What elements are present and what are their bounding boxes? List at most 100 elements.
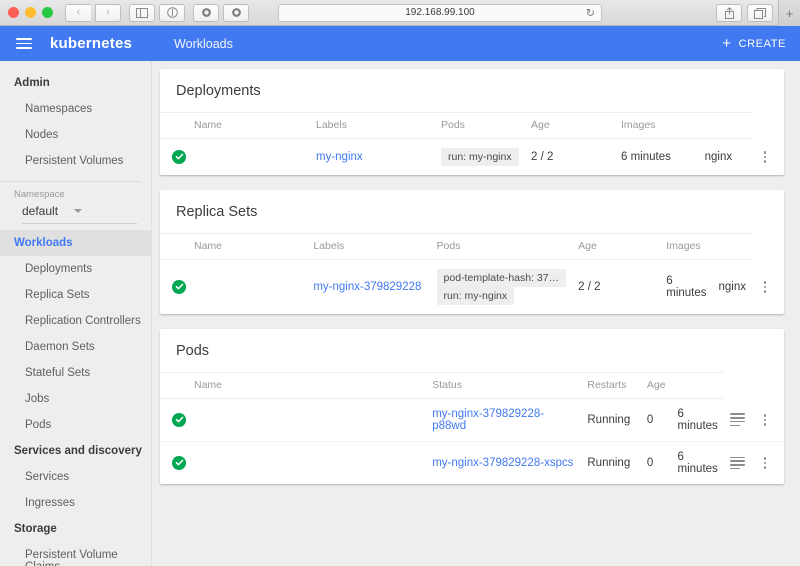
pod-name-link[interactable]: my-nginx-379829228-p88wd (432, 408, 544, 432)
deployment-age-cell: 6 minutes (615, 139, 699, 176)
pod-name-cell: my-nginx-379829228-p88wd (426, 399, 581, 442)
deployment-pods-cell: 2 / 2 (525, 139, 615, 176)
sidebar-item-replication-controllers[interactable]: Replication Controllers (0, 308, 151, 334)
column-header-name[interactable]: Name (160, 113, 310, 139)
plus-icon: + (786, 6, 794, 21)
sidebar-item-namespaces[interactable]: Namespaces (0, 96, 151, 122)
table-row[interactable]: my-nginx-379829228-p88wd Running 0 6 min… (160, 399, 784, 442)
label-chip: run: my-nginx (441, 148, 519, 166)
pods-table: Name Status Restarts Age (160, 372, 784, 484)
pod-restarts-cell: 0 (641, 442, 672, 485)
sidebar-item-jobs[interactable]: Jobs (0, 386, 151, 412)
sidebar-item-pods[interactable]: Pods (0, 412, 151, 438)
label-chip: pod-template-hash: 37… (437, 269, 567, 287)
column-header-age[interactable]: Age (525, 113, 615, 139)
page-body: Admin Namespaces Nodes Persistent Volume… (0, 61, 800, 566)
address-bar[interactable]: 192.168.99.100 ↻ (278, 4, 602, 22)
column-header-images[interactable]: Images (615, 113, 699, 139)
column-header-name[interactable]: Name (160, 234, 307, 260)
label-chip: run: my-nginx (437, 287, 515, 305)
navigation-buttons: ‹ › (65, 4, 121, 22)
app-brand[interactable]: kubernetes (50, 35, 132, 52)
kebab-menu-icon[interactable] (758, 412, 772, 428)
browser-right-controls: + (716, 0, 800, 26)
chevron-right-icon: › (106, 7, 110, 18)
replica-set-name-link[interactable]: my-nginx-379829228 (313, 281, 421, 293)
sidebar-item-workloads[interactable]: Workloads (0, 230, 151, 256)
sidebar-item-deployments[interactable]: Deployments (0, 256, 151, 282)
sidebar-header-admin: Admin (0, 70, 151, 96)
deployment-name-link[interactable]: my-nginx (316, 151, 363, 163)
forward-button[interactable]: › (95, 4, 121, 22)
logs-icon[interactable] (730, 411, 745, 428)
sidebar-item-ingresses[interactable]: Ingresses (0, 490, 151, 516)
close-window-button[interactable] (8, 7, 19, 18)
reload-icon[interactable]: ↻ (586, 6, 595, 19)
column-header-images[interactable]: Images (660, 234, 712, 260)
table-header-row: Name Labels Pods Age Images (160, 234, 784, 260)
column-header-labels[interactable]: Labels (310, 113, 435, 139)
breadcrumb: Workloads (174, 37, 233, 51)
table-row[interactable]: my-nginx run: my-nginx 2 / 2 6 minutes n… (160, 139, 784, 176)
pod-name-cell: my-nginx-379829228-xspcs (426, 442, 581, 485)
hamburger-menu-icon[interactable] (16, 38, 32, 49)
status-badge (160, 260, 307, 315)
minimize-window-button[interactable] (25, 7, 36, 18)
pods-card-title: Pods (160, 329, 784, 372)
kebab-menu-icon[interactable] (758, 279, 772, 295)
column-header-age[interactable]: Age (641, 373, 672, 399)
column-header-pods[interactable]: Pods (435, 113, 525, 139)
extension-buttons (193, 4, 249, 22)
deployment-name-cell: my-nginx (310, 139, 435, 176)
show-tabs-button[interactable] (747, 4, 773, 22)
column-header-name[interactable]: Name (160, 373, 426, 399)
column-header-status[interactable]: Status (426, 373, 581, 399)
sidebar-header-storage: Storage (0, 516, 151, 542)
sidebar-item-services[interactable]: Services (0, 464, 151, 490)
column-header-actions (672, 373, 724, 399)
browser-toolbar: ‹ › (0, 0, 800, 26)
replica-sets-table: Name Labels Pods Age Images (160, 233, 784, 314)
column-header-actions (699, 113, 752, 139)
column-header-restarts[interactable]: Restarts (581, 373, 640, 399)
tabs-icon (754, 8, 766, 19)
kebab-menu-icon[interactable] (758, 455, 772, 471)
sidebar-item-daemon-sets[interactable]: Daemon Sets (0, 334, 151, 360)
sidebar-item-persistent-volumes[interactable]: Persistent Volumes (0, 148, 151, 174)
maximize-window-button[interactable] (42, 7, 53, 18)
back-button[interactable]: ‹ (65, 4, 91, 22)
logs-icon[interactable] (730, 454, 745, 471)
column-header-pods[interactable]: Pods (431, 234, 573, 260)
kebab-menu-icon[interactable] (758, 149, 772, 165)
sidebar-item-persistent-volume-claims[interactable]: Persistent Volume Claims (0, 542, 151, 566)
namespace-value: default (22, 204, 58, 218)
deployments-card: Deployments Name Labels Pods Age Images (160, 69, 784, 175)
column-header-age[interactable]: Age (572, 234, 660, 260)
namespace-select[interactable]: default (22, 204, 137, 224)
sidebar-item-stateful-sets[interactable]: Stateful Sets (0, 360, 151, 386)
table-row[interactable]: my-nginx-379829228 pod-template-hash: 37… (160, 260, 784, 315)
sidebar-item-replica-sets[interactable]: Replica Sets (0, 282, 151, 308)
column-header-labels[interactable]: Labels (307, 234, 430, 260)
pod-name-link[interactable]: my-nginx-379829228-xspcs (432, 457, 573, 469)
extension-button-1[interactable] (193, 4, 219, 22)
reader-view-button[interactable] (159, 4, 185, 22)
replica-set-labels-cell: pod-template-hash: 37… run: my-nginx (431, 260, 573, 315)
pod-age-cell: 6 minutes (672, 442, 724, 485)
table-header-row: Name Labels Pods Age Images (160, 113, 784, 139)
sidebar-item-nodes[interactable]: Nodes (0, 122, 151, 148)
chevron-down-icon (74, 209, 82, 213)
namespace-label: Namespace (0, 186, 151, 202)
sidebar-toggle-button[interactable] (129, 4, 155, 22)
globe-icon (231, 7, 242, 18)
pod-restarts-cell: 0 (641, 399, 672, 442)
share-button[interactable] (716, 4, 742, 22)
sidebar-toggle-icon (136, 8, 148, 18)
main-content: Deployments Name Labels Pods Age Images (152, 61, 800, 566)
table-row[interactable]: my-nginx-379829228-xspcs Running 0 6 min… (160, 442, 784, 485)
create-button[interactable]: + CREATE (722, 36, 786, 51)
url-text: 192.168.99.100 (405, 7, 475, 18)
new-tab-button[interactable]: + (778, 0, 800, 26)
check-circle-icon (172, 280, 186, 294)
extension-button-2[interactable] (223, 4, 249, 22)
